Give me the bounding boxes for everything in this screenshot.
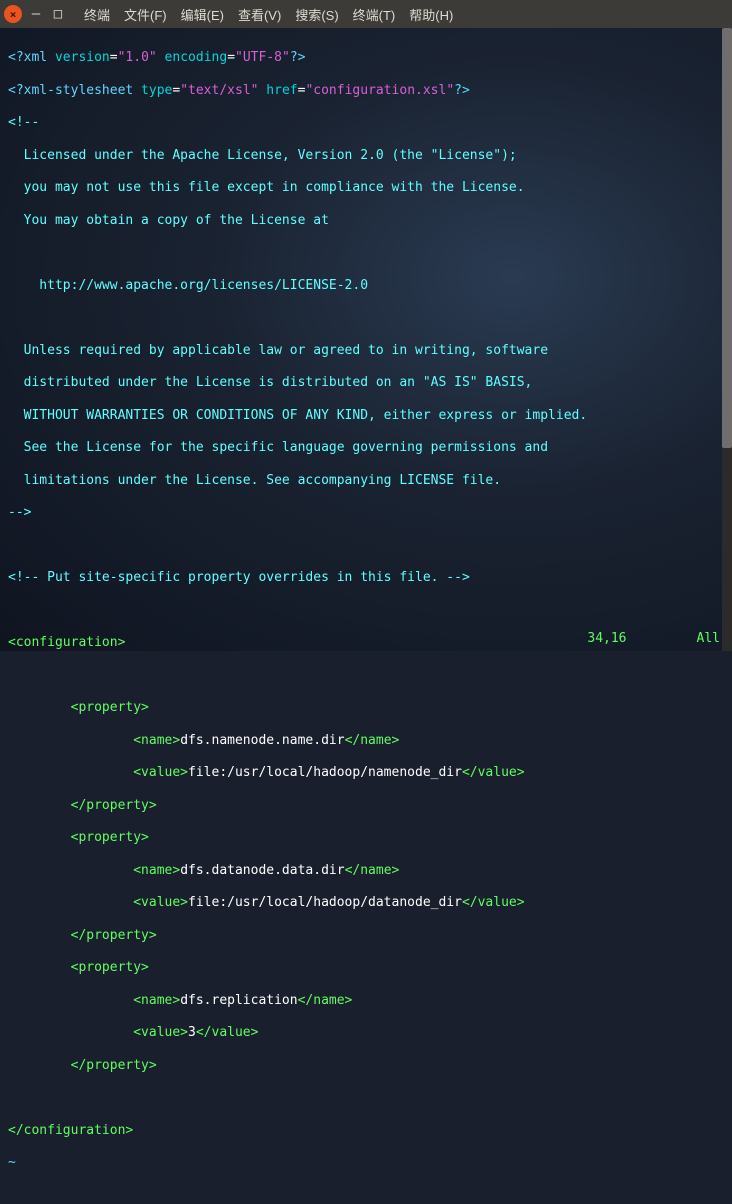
tag-value-open: <value> xyxy=(8,1025,188,1040)
scrollbar[interactable] xyxy=(722,28,732,651)
license-line: WITHOUT WARRANTIES OR CONDITIONS OF ANY … xyxy=(8,408,724,424)
tag-value-close: </value> xyxy=(462,765,525,780)
prop-value-text: file:/usr/local/hadoop/datanode_dir xyxy=(188,895,462,910)
scroll-location: All xyxy=(697,631,720,647)
tag-value-open: <value> xyxy=(8,895,188,910)
tag-value-close: </value> xyxy=(196,1025,259,1040)
license-line: limitations under the License. See accom… xyxy=(8,473,724,489)
xml-stylesheet-close: ?> xyxy=(454,83,470,98)
cursor-position: 34,16 xyxy=(587,631,626,647)
attr-encoding-key: encoding xyxy=(157,50,227,65)
menu-edit[interactable]: 编辑(E) xyxy=(181,5,224,24)
prop-name-value: dfs.datanode.data.dir xyxy=(180,863,344,878)
tag-configuration-close: </configuration> xyxy=(8,1123,724,1139)
window-controls: × — □ xyxy=(4,5,66,23)
comment-close: --> xyxy=(8,505,724,521)
tag-property-open: <property> xyxy=(8,830,724,846)
prop-value-text: 3 xyxy=(188,1025,196,1040)
xml-decl-open: <?xml xyxy=(8,50,47,65)
scrollbar-thumb[interactable] xyxy=(722,28,732,448)
close-icon[interactable]: × xyxy=(4,5,22,23)
xml-decl-close: ?> xyxy=(290,50,306,65)
attr-version-val: "1.0" xyxy=(118,50,157,65)
vim-tilde: ~ xyxy=(8,1155,724,1171)
license-url: http://www.apache.org/licenses/LICENSE-2… xyxy=(8,278,724,294)
tag-name-open: <name> xyxy=(8,733,180,748)
tag-property-open: <property> xyxy=(8,700,724,716)
tag-name-open: <name> xyxy=(8,993,180,1008)
attr-type-key: type xyxy=(133,83,172,98)
menu-view[interactable]: 查看(V) xyxy=(238,5,281,24)
attr-type-val: "text/xsl" xyxy=(180,83,258,98)
license-line: Unless required by applicable law or agr… xyxy=(8,343,724,359)
maximize-icon[interactable]: □ xyxy=(50,6,66,22)
license-line: you may not use this file except in comp… xyxy=(8,180,724,196)
tag-name-close: </name> xyxy=(345,733,400,748)
eq: = xyxy=(227,50,235,65)
license-line: You may obtain a copy of the License at xyxy=(8,213,724,229)
menu-search[interactable]: 搜索(S) xyxy=(295,5,338,24)
license-line: Licensed under the Apache License, Versi… xyxy=(8,148,724,164)
vim-statusbar: 34,16 All xyxy=(587,631,720,647)
terminal-content[interactable]: <?xml version="1.0" encoding="UTF-8"?> <… xyxy=(0,28,732,651)
tag-value-close: </value> xyxy=(462,895,525,910)
comment-open: <!-- xyxy=(8,115,724,131)
menu-terminal2[interactable]: 终端(T) xyxy=(353,5,396,24)
tag-name-open: <name> xyxy=(8,863,180,878)
minimize-icon[interactable]: — xyxy=(28,6,44,22)
attr-href-key: href xyxy=(258,83,297,98)
prop-name-value: dfs.replication xyxy=(180,993,297,1008)
tag-name-close: </name> xyxy=(298,993,353,1008)
tag-property-open: <property> xyxy=(8,960,724,976)
license-line: See the License for the specific languag… xyxy=(8,440,724,456)
window-titlebar: × — □ 终端 文件(F) 编辑(E) 查看(V) 搜索(S) 终端(T) 帮… xyxy=(0,0,732,28)
attr-encoding-val: "UTF-8" xyxy=(235,50,290,65)
tag-property-close: </property> xyxy=(8,928,724,944)
site-comment: <!-- Put site-specific property override… xyxy=(8,570,724,586)
attr-href-val: "configuration.xsl" xyxy=(305,83,454,98)
tag-name-close: </name> xyxy=(345,863,400,878)
tag-property-close: </property> xyxy=(8,798,724,814)
tag-property-close: </property> xyxy=(8,1058,724,1074)
tag-value-open: <value> xyxy=(8,765,188,780)
menu-bar: 终端 文件(F) 编辑(E) 查看(V) 搜索(S) 终端(T) 帮助(H) xyxy=(84,5,453,24)
menu-terminal[interactable]: 终端 xyxy=(84,5,110,24)
menu-help[interactable]: 帮助(H) xyxy=(409,5,453,24)
license-line: distributed under the License is distrib… xyxy=(8,375,724,391)
prop-value-text: file:/usr/local/hadoop/namenode_dir xyxy=(188,765,462,780)
menu-file[interactable]: 文件(F) xyxy=(124,5,167,24)
attr-version-key: version xyxy=(47,50,110,65)
xml-stylesheet-open: <?xml-stylesheet xyxy=(8,83,133,98)
prop-name-value: dfs.namenode.name.dir xyxy=(180,733,344,748)
eq: = xyxy=(110,50,118,65)
